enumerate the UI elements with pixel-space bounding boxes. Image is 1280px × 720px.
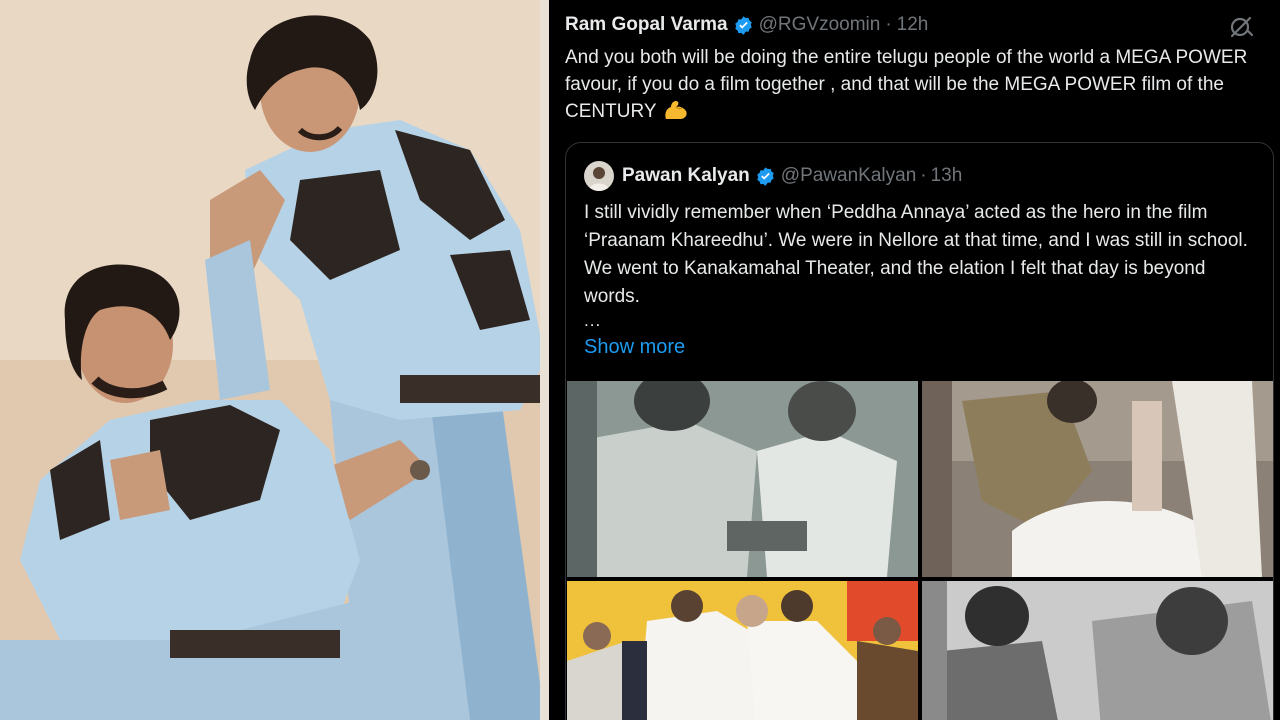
quoted-tweet-card[interactable]: Pawan Kalyan @PawanKalyan · 13h I still … [565,142,1274,720]
quoted-tweet-header: Pawan Kalyan @PawanKalyan · 13h [584,161,962,191]
tweet-header: Ram Gopal Varma @RGVzoomin · 12h [565,12,928,38]
quoted-tweet-text: I still vividly remember when ‘Peddha An… [584,202,1248,307]
flexed-biceps-icon [665,101,688,119]
tweet-time[interactable]: 12h [897,14,929,36]
avatar[interactable] [584,161,614,191]
quoted-author-name[interactable]: Pawan Kalyan [622,165,750,187]
panel-divider [549,0,557,720]
poster-illustration [0,0,549,720]
tweet[interactable]: Ram Gopal Varma @RGVzoomin · 12h And you… [557,0,1280,720]
tweet-text: And you both will be doing the entire te… [565,44,1275,125]
show-more-link[interactable]: Show more [584,336,685,359]
quoted-tweet-time[interactable]: 13h [931,165,963,187]
movie-poster-image [0,0,549,720]
media-vintage-photo-child-and-man[interactable] [922,581,1273,720]
verified-badge-icon [734,15,752,35]
verified-badge-icon [757,166,774,186]
author-handle[interactable]: @RGVzoomin [759,14,881,36]
quoted-tweet-ellipsis: ... [584,311,602,330]
media-photo-touching-feet[interactable] [922,381,1273,577]
author-name[interactable]: Ram Gopal Varma [565,14,728,36]
media-photo-embrace-event[interactable] [567,581,918,720]
quoted-author-handle[interactable]: @PawanKalyan [781,165,916,187]
media-grid [567,381,1273,720]
media-vintage-photo-two-boys[interactable] [567,381,918,577]
grok-icon[interactable] [1228,14,1254,40]
quoted-header-separator: · [920,165,927,186]
header-separator: · [885,14,892,35]
